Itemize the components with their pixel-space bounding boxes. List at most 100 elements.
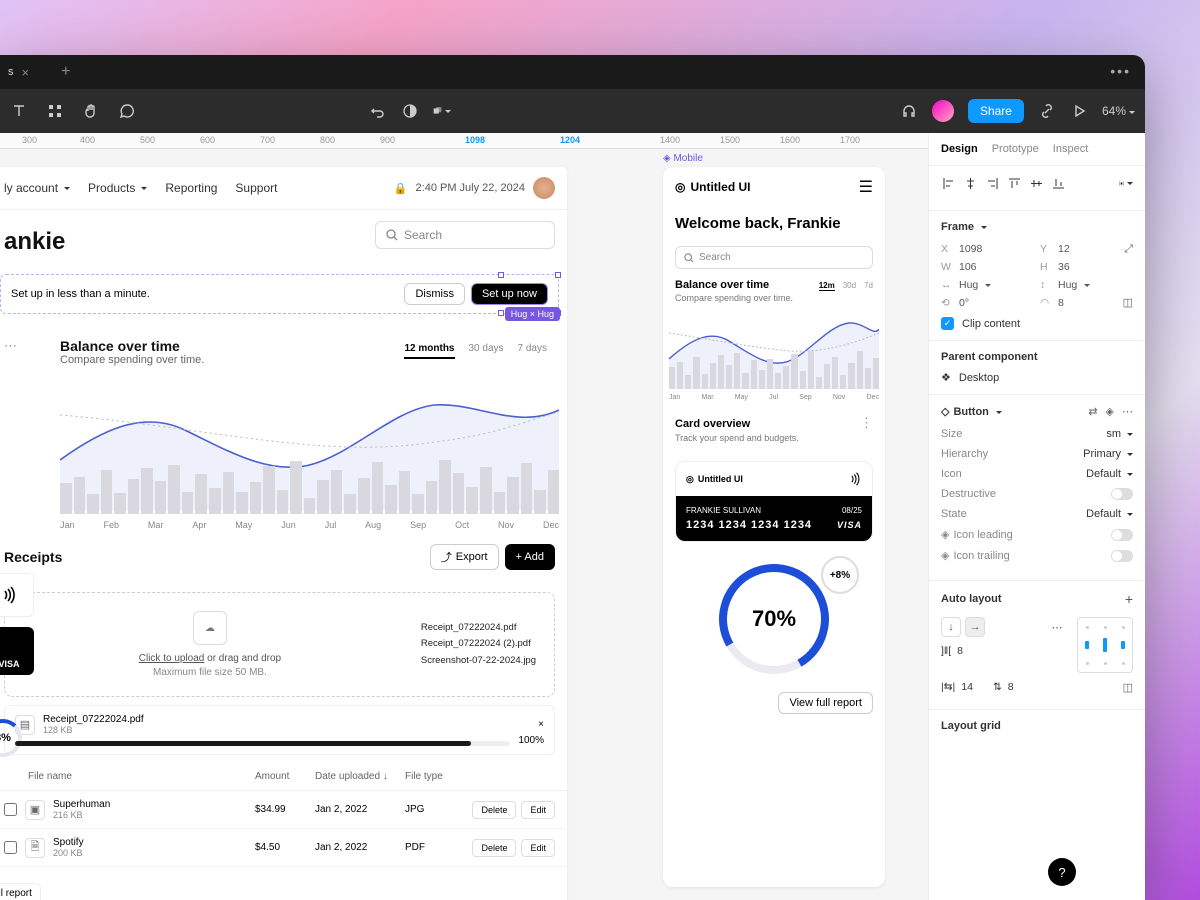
tab-inspect[interactable]: Inspect — [1053, 143, 1088, 155]
search-input[interactable]: Search — [375, 221, 555, 249]
frame-section-title[interactable]: Frame — [941, 221, 1133, 233]
nav-reporting[interactable]: Reporting — [165, 181, 217, 195]
m-tab-7d[interactable]: 7d — [864, 281, 873, 291]
text-tool-icon[interactable] — [10, 102, 28, 120]
tab-7-days[interactable]: 7 days — [518, 343, 547, 354]
tab-30-days[interactable]: 30 days — [469, 343, 504, 354]
prop-hug-w[interactable]: Hug — [959, 279, 978, 291]
prop-rotation[interactable]: 0° — [959, 297, 969, 309]
prop-y[interactable]: 12 — [1058, 243, 1070, 255]
prop-destructive-toggle[interactable] — [1111, 488, 1133, 500]
prop-hug-h[interactable]: Hug — [1058, 279, 1077, 291]
view-full-report-button[interactable]: View full report — [778, 692, 873, 714]
more-icon[interactable]: ⋯ — [1122, 405, 1133, 418]
nav-account[interactable]: ly account — [4, 181, 70, 195]
independent-corners-icon[interactable]: ◫ — [1123, 296, 1133, 309]
undo-icon[interactable] — [369, 102, 387, 120]
link-icon[interactable] — [1038, 102, 1056, 120]
component-name[interactable]: ◇ Button — [941, 405, 1002, 418]
chart-more-icon[interactable]: ⋯ — [0, 338, 21, 354]
prop-hierarchy[interactable]: Primary — [1083, 448, 1133, 460]
detach-instance-icon[interactable]: ◈ — [1106, 405, 1114, 418]
selection-handle[interactable] — [555, 272, 561, 278]
profile-avatar-icon[interactable] — [533, 177, 555, 199]
add-button[interactable]: + Add — [505, 544, 555, 570]
sort-down-icon[interactable]: ↓ — [383, 771, 388, 782]
row-checkbox[interactable] — [4, 803, 17, 816]
headphones-icon[interactable] — [900, 102, 918, 120]
alignment-grid[interactable] — [1077, 617, 1133, 673]
add-autolayout-icon[interactable]: + — [1125, 591, 1133, 607]
prop-pad-v[interactable]: 8 — [1008, 681, 1014, 693]
close-tab-icon[interactable]: × — [22, 65, 30, 80]
dismiss-button[interactable]: Dismiss — [404, 283, 465, 305]
swap-instance-icon[interactable]: ⇄ — [1088, 405, 1097, 418]
m-tab-30d[interactable]: 30d — [843, 281, 856, 291]
prop-w[interactable]: 106 — [959, 261, 977, 273]
close-icon[interactable]: × — [538, 719, 544, 730]
parent-component-link[interactable]: ❖Desktop — [941, 371, 1133, 384]
setup-now-button[interactable]: Set up now — [471, 283, 548, 305]
resize-to-fit-icon[interactable]: ⤢ — [1124, 243, 1133, 256]
hand-tool-icon[interactable] — [82, 102, 100, 120]
row-checkbox[interactable] — [4, 841, 17, 854]
clip-content-checkbox[interactable]: ✓ — [941, 317, 954, 330]
prop-icon[interactable]: Default — [1086, 468, 1133, 480]
prop-gap[interactable]: 8 — [957, 645, 963, 657]
tab-name[interactable]: s — [8, 66, 14, 78]
align-vcenter-icon[interactable] — [1029, 176, 1043, 190]
new-tab-icon[interactable]: + — [61, 63, 70, 81]
direction-horizontal-icon[interactable]: → — [965, 617, 985, 637]
contrast-icon[interactable] — [401, 102, 419, 120]
prop-state[interactable]: Default — [1086, 508, 1133, 520]
nav-products[interactable]: Products — [88, 181, 147, 195]
component-tool-icon[interactable] — [46, 102, 64, 120]
share-button[interactable]: Share — [968, 99, 1024, 123]
play-icon[interactable] — [1070, 102, 1088, 120]
upload-dropzone[interactable]: ☁︎ Click to upload or drag and drop Maxi… — [4, 592, 555, 697]
help-button[interactable]: ? — [1048, 858, 1076, 886]
comment-tool-icon[interactable] — [118, 102, 136, 120]
zoom-dropdown[interactable]: 64% — [1102, 104, 1135, 118]
more-icon[interactable]: ⋮ — [860, 415, 873, 431]
tab-design[interactable]: Design — [941, 143, 978, 155]
design-canvas[interactable]: 300 400 500 600 700 800 900 1098 1204 14… — [0, 133, 928, 900]
edit-button[interactable]: Edit — [521, 801, 555, 819]
align-top-icon[interactable] — [1007, 176, 1021, 190]
mask-tool-icon[interactable] — [433, 102, 451, 120]
align-left-icon[interactable] — [941, 176, 955, 190]
prop-size[interactable]: sm — [1106, 428, 1133, 440]
prop-pad-h[interactable]: 14 — [961, 681, 973, 693]
tab-12-months[interactable]: 12 months — [404, 343, 454, 359]
m-tab-12m[interactable]: 12m — [819, 281, 835, 291]
frame-desktop[interactable]: ly account Products Reporting Support 🔒 … — [0, 167, 567, 900]
prop-h[interactable]: 36 — [1058, 261, 1070, 273]
edit-button[interactable]: Edit — [521, 839, 555, 857]
delete-button[interactable]: Delete — [472, 839, 516, 857]
nav-support[interactable]: Support — [235, 181, 277, 195]
prop-x[interactable]: 1098 — [959, 243, 982, 255]
independent-padding-icon[interactable]: ◫ — [1123, 681, 1133, 699]
align-hcenter-icon[interactable] — [963, 176, 977, 190]
menu-icon[interactable]: ☰ — [859, 177, 873, 197]
selection-handle[interactable] — [498, 310, 504, 316]
align-bottom-icon[interactable] — [1051, 176, 1065, 190]
prop-radius[interactable]: 8 — [1058, 297, 1064, 309]
selection-handle[interactable] — [498, 272, 504, 278]
window-more-icon[interactable]: ••• — [1110, 63, 1131, 79]
tab-prototype[interactable]: Prototype — [992, 143, 1039, 155]
direction-wrap-icon[interactable]: ⋯ — [1047, 617, 1067, 637]
direction-vertical-icon[interactable]: ↓ — [941, 617, 961, 637]
layout-grid-title[interactable]: Layout grid — [941, 720, 1133, 732]
prop-icon-trailing-toggle[interactable] — [1111, 550, 1133, 562]
frame-mobile[interactable]: ◎Untitled UI ☰ Welcome back, Frankie Sea… — [663, 167, 885, 887]
prop-icon-leading-toggle[interactable] — [1111, 529, 1133, 541]
align-right-icon[interactable] — [985, 176, 999, 190]
delete-button[interactable]: Delete — [472, 801, 516, 819]
mobile-search-input[interactable]: Search — [675, 246, 873, 269]
frame-label-mobile[interactable]: ◈ Mobile — [663, 153, 703, 164]
export-button[interactable]: ⤴Export — [430, 544, 499, 570]
full-report-button-partial[interactable]: ull report — [0, 883, 41, 900]
user-avatar-icon[interactable] — [932, 100, 954, 122]
distribute-icon[interactable] — [1119, 176, 1133, 190]
